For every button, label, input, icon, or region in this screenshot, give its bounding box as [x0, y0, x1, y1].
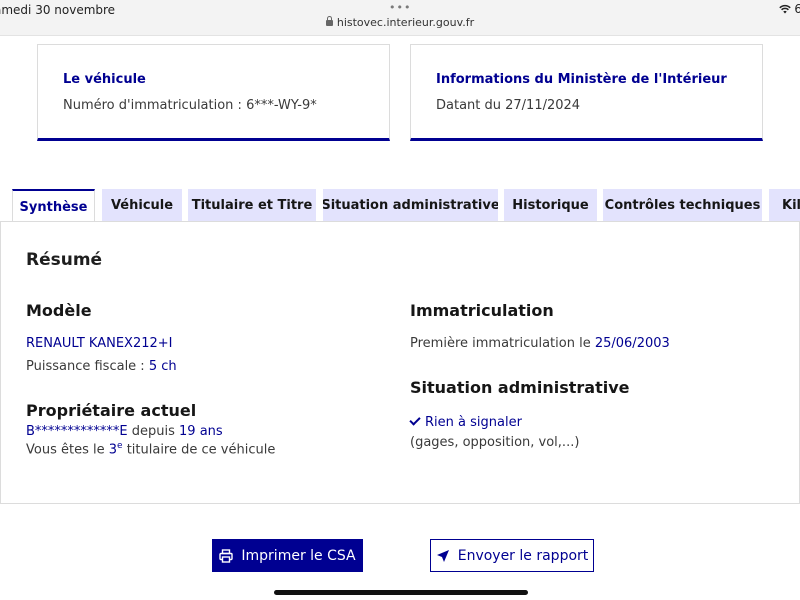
- check-icon: [409, 414, 421, 426]
- first-registration-date: 25/06/2003: [594, 336, 670, 351]
- owner-heading: Propriétaire actuel: [26, 401, 197, 420]
- registration-heading: Immatriculation: [410, 301, 554, 320]
- fiscal-power-value: 5 ch: [148, 359, 177, 374]
- owner-since-label: depuis: [127, 424, 180, 439]
- ministry-card-title: Informations du Ministère de l'Intérieur: [436, 72, 727, 87]
- browser-status-bar: amedi 30 novembre ••• histovec.interieur…: [0, 0, 800, 36]
- fiscal-power-label: Puissance fiscale :: [26, 359, 149, 374]
- first-registration: Première immatriculation le 25/06/2003: [410, 336, 670, 351]
- owner-rank-suffix: titulaire de ce véhicule: [122, 442, 276, 458]
- owner-rank-number: 3: [108, 442, 118, 458]
- data-date: Datant du 27/11/2024: [436, 98, 581, 113]
- owner-since-value: 19 ans: [179, 424, 223, 439]
- owner-name: B*************E: [26, 424, 128, 439]
- vehicle-card: Le véhicule Numéro d'immatriculation : 6…: [37, 44, 390, 141]
- status-indicators: 6: [778, 2, 800, 16]
- fiscal-power: Puissance fiscale : 5 ch: [26, 359, 177, 374]
- status-date: amedi 30 novembre: [0, 3, 116, 17]
- tab-bar: Synthèse Véhicule Titulaire et Titre Sit…: [12, 189, 800, 223]
- admin-details: (gages, opposition, vol,...): [410, 435, 580, 450]
- battery-level: 6: [794, 2, 800, 16]
- home-indicator[interactable]: [274, 590, 528, 595]
- more-dots-icon[interactable]: •••: [389, 1, 411, 14]
- admin-status-text: Rien à signaler: [425, 415, 522, 430]
- model-name: RENAULT KANEX212+I: [26, 336, 173, 351]
- tab-vehicule[interactable]: Véhicule: [102, 189, 182, 222]
- tab-kilometrage[interactable]: Kilo: [769, 189, 800, 222]
- tab-synthese[interactable]: Synthèse: [12, 189, 95, 223]
- print-csa-button[interactable]: Imprimer le CSA: [212, 539, 363, 572]
- owner-rank: Vous êtes le 3e titulaire de ce véhicule: [26, 441, 275, 457]
- owner-since: B*************E depuis 19 ans: [26, 424, 223, 439]
- send-report-label: Envoyer le rapport: [457, 547, 589, 564]
- model-heading: Modèle: [26, 301, 92, 320]
- registration-number: Numéro d'immatriculation : 6***-WY-9*: [63, 98, 317, 113]
- tab-historique[interactable]: Historique: [504, 189, 597, 222]
- printer-icon: [219, 548, 234, 563]
- send-report-button[interactable]: Envoyer le rapport: [430, 539, 594, 572]
- ministry-card: Informations du Ministère de l'Intérieur…: [410, 44, 763, 141]
- lock-icon: [325, 16, 333, 26]
- print-csa-label: Imprimer le CSA: [241, 547, 356, 564]
- address-bar[interactable]: histovec.interieur.gouv.fr: [0, 16, 800, 29]
- tab-controles-techniques[interactable]: Contrôles techniques: [603, 189, 762, 222]
- owner-rank-prefix: Vous êtes le: [26, 442, 109, 458]
- vehicle-card-title: Le véhicule: [63, 72, 146, 87]
- url-text: histovec.interieur.gouv.fr: [336, 16, 475, 29]
- admin-status: Rien à signaler: [409, 414, 522, 430]
- tab-situation-administrative[interactable]: Situation administrative: [323, 189, 498, 222]
- send-icon: [436, 549, 449, 562]
- wifi-icon: [778, 4, 791, 14]
- admin-situation-heading: Situation administrative: [410, 378, 630, 397]
- summary-title: Résumé: [26, 250, 103, 270]
- tab-titulaire-titre[interactable]: Titulaire et Titre: [188, 189, 316, 222]
- first-registration-label: Première immatriculation le: [410, 336, 595, 351]
